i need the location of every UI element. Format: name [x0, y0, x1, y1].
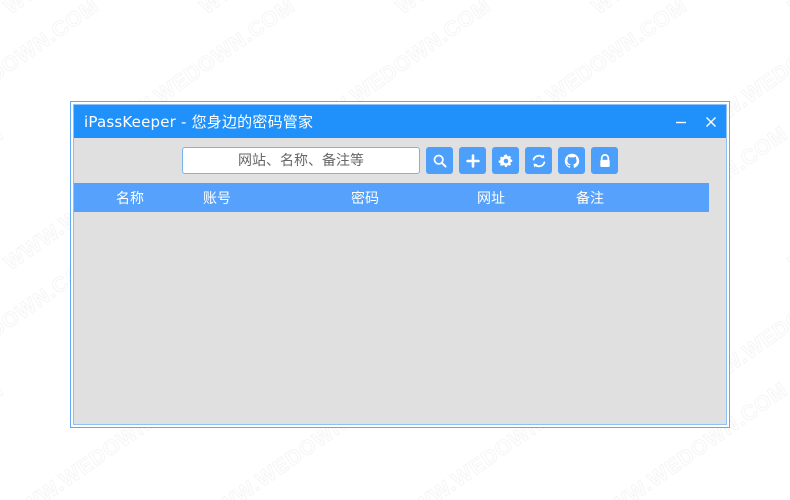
plus-icon [465, 153, 481, 169]
search-button[interactable] [426, 147, 453, 174]
gear-icon [498, 153, 514, 169]
refresh-button[interactable] [525, 147, 552, 174]
watermark-text: WWW.WEDOWN.COM [196, 0, 401, 20]
search-input[interactable] [182, 147, 420, 174]
watermark-text: WWW.WEDOWN.COM [588, 0, 790, 20]
toolbar [74, 138, 726, 183]
watermark-text: WWW.WEDOWN.COM [784, 0, 790, 20]
watermark-text: WWW.WEDOWN.COM [784, 378, 790, 500]
window-inner-frame: iPassKeeper - 您身边的密码管家 网站、名称、备注等 名称 账号 密… [73, 104, 727, 425]
column-header-account[interactable]: 账号 [200, 188, 348, 208]
column-header-name[interactable]: 名称 [74, 188, 200, 208]
table-header-row: 名称 账号 密码 网址 备注 [74, 183, 709, 212]
column-header-url[interactable]: 网址 [474, 188, 573, 208]
settings-button[interactable] [492, 147, 519, 174]
refresh-icon [531, 153, 547, 169]
watermark-text: WWW.WEDOWN.COM [0, 0, 205, 20]
title-bar[interactable]: iPassKeeper - 您身边的密码管家 [74, 105, 726, 138]
lock-icon [597, 153, 613, 169]
search-icon [432, 153, 448, 169]
column-header-remark[interactable]: 备注 [573, 188, 693, 208]
close-button[interactable] [696, 105, 726, 138]
watermark-text: WWW.WEDOWN.COM [0, 0, 9, 20]
window-title: iPassKeeper - 您身边的密码管家 [84, 113, 314, 131]
watermark-text: WWW.WEDOWN.COM [784, 122, 790, 276]
github-icon [564, 153, 580, 169]
lock-button[interactable] [591, 147, 618, 174]
watermark-text: WWW.WEDOWN.COM [0, 378, 9, 500]
password-table: 名称 账号 密码 网址 备注 [74, 183, 726, 424]
github-button[interactable] [558, 147, 585, 174]
add-button[interactable] [459, 147, 486, 174]
application-window: iPassKeeper - 您身边的密码管家 网站、名称、备注等 名称 账号 密… [70, 101, 730, 428]
window-controls [666, 105, 726, 138]
watermark-text: WWW.WEDOWN.COM [0, 122, 9, 276]
watermark-text: WWW.WEDOWN.COM [392, 0, 597, 20]
minimize-button[interactable] [666, 105, 696, 138]
column-header-password[interactable]: 密码 [348, 188, 474, 208]
table-body[interactable] [74, 212, 726, 424]
